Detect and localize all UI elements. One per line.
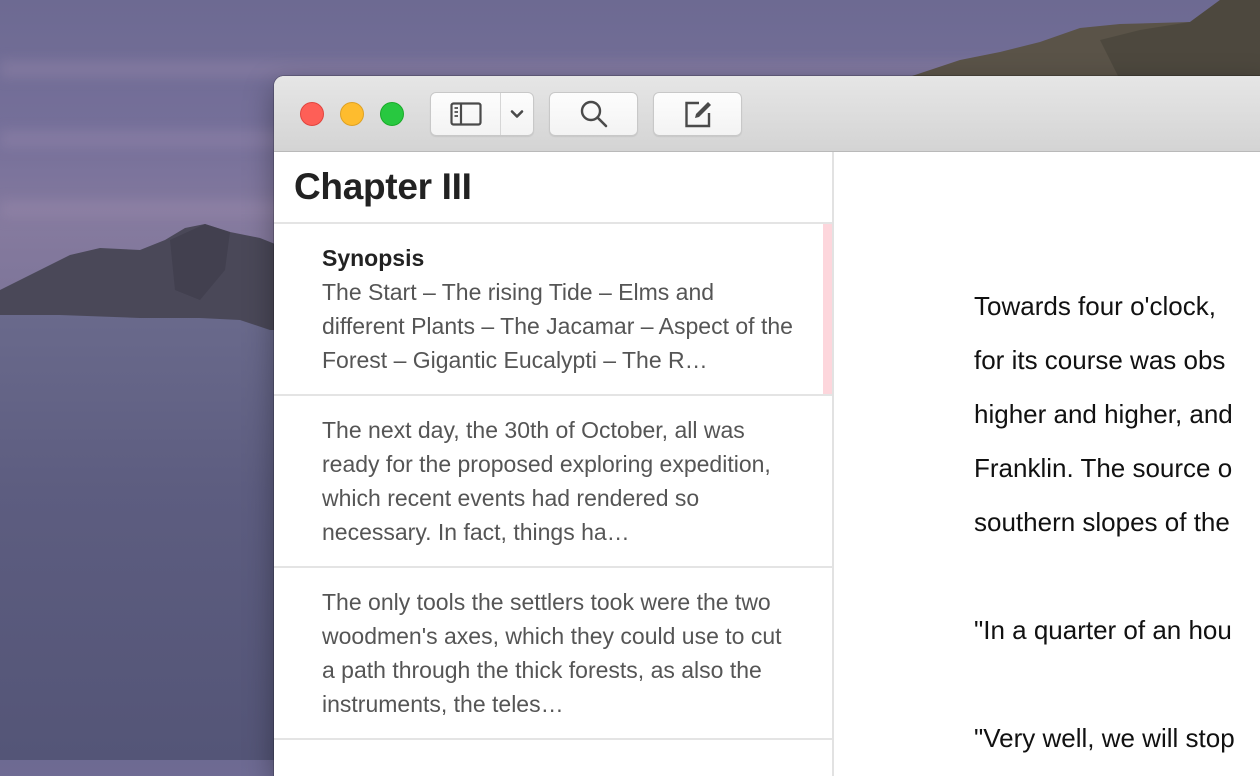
chevron-down-icon — [510, 110, 524, 118]
editor-line: Towards four o'clock, — [974, 291, 1216, 321]
note-preview: The next day, the 30th of October, all w… — [322, 417, 771, 545]
editor-line: higher and higher, and — [974, 399, 1233, 429]
wallpaper-island-right — [900, 0, 1260, 80]
editor-line: southern slopes of the — [974, 507, 1230, 537]
note-preview: The only tools the settlers took were th… — [322, 589, 782, 717]
zoom-window-button[interactable] — [380, 102, 404, 126]
sidebar-header: Chapter III — [274, 152, 832, 224]
notes-sidebar: Chapter III Synopsis The Start – The ris… — [274, 152, 834, 776]
note-list-item[interactable]: The next day, the 30th of October, all w… — [274, 396, 832, 568]
editor-line: "In a quarter of an hou — [974, 615, 1232, 645]
close-window-button[interactable] — [300, 102, 324, 126]
editor-line: Franklin. The source o — [974, 453, 1233, 483]
search-icon — [580, 100, 607, 128]
editor-line: "Very well, we will stop — [974, 723, 1235, 753]
sidebar-toggle-group — [430, 92, 534, 136]
notes-window: Chapter III Synopsis The Start – The ris… — [274, 76, 1260, 776]
search-button[interactable] — [549, 92, 638, 136]
new-note-button[interactable] — [653, 92, 742, 136]
editor-content[interactable]: Towards four o'clock, for its course was… — [974, 279, 1260, 765]
sidebar-options-dropdown[interactable] — [501, 93, 533, 135]
note-title: Synopsis — [322, 245, 425, 271]
toggle-sidebar-button[interactable] — [431, 93, 501, 135]
note-list-item[interactable]: The only tools the settlers took were th… — [274, 568, 832, 740]
minimize-window-button[interactable] — [340, 102, 364, 126]
compose-icon — [684, 101, 711, 128]
note-list-item[interactable]: Synopsis The Start – The rising Tide – E… — [274, 224, 832, 396]
editor-line: for its course was obs — [974, 345, 1226, 375]
window-toolbar — [274, 76, 1260, 152]
sidebar-icon — [449, 102, 482, 126]
folder-title: Chapter III — [294, 166, 472, 207]
note-editor[interactable]: Towards four o'clock, for its course was… — [834, 152, 1260, 776]
note-preview: The Start – The rising Tide – Elms and d… — [322, 279, 793, 373]
